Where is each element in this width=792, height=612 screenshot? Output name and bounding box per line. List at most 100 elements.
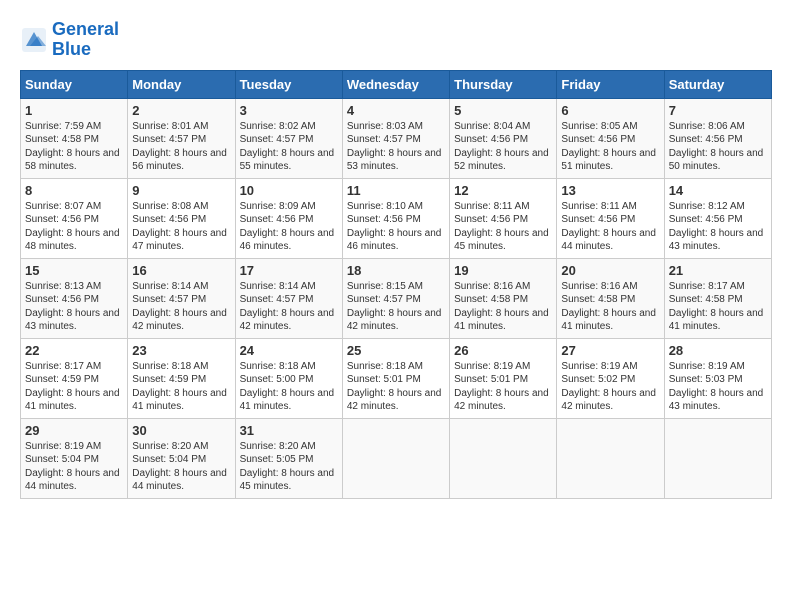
calendar-week-row: 8 Sunrise: 8:07 AMSunset: 4:56 PMDayligh… (21, 178, 772, 258)
calendar-cell: 23 Sunrise: 8:18 AMSunset: 4:59 PMDaylig… (128, 338, 235, 418)
day-number: 24 (240, 343, 338, 358)
weekday-header: Sunday (21, 70, 128, 98)
calendar-cell: 29 Sunrise: 8:19 AMSunset: 5:04 PMDaylig… (21, 418, 128, 498)
calendar-cell: 9 Sunrise: 8:08 AMSunset: 4:56 PMDayligh… (128, 178, 235, 258)
day-info: Sunrise: 8:10 AMSunset: 4:56 PMDaylight:… (347, 200, 445, 254)
day-info: Sunrise: 8:17 AMSunset: 4:59 PMDaylight:… (25, 360, 123, 414)
day-number: 15 (25, 263, 123, 278)
day-number: 16 (132, 263, 230, 278)
day-number: 8 (25, 183, 123, 198)
logo: General Blue (20, 20, 119, 60)
day-number: 17 (240, 263, 338, 278)
day-number: 14 (669, 183, 767, 198)
calendar-cell (557, 418, 664, 498)
calendar-cell: 22 Sunrise: 8:17 AMSunset: 4:59 PMDaylig… (21, 338, 128, 418)
day-number: 22 (25, 343, 123, 358)
day-number: 1 (25, 103, 123, 118)
day-number: 30 (132, 423, 230, 438)
day-info: Sunrise: 8:11 AMSunset: 4:56 PMDaylight:… (561, 200, 659, 254)
calendar-cell: 2 Sunrise: 8:01 AMSunset: 4:57 PMDayligh… (128, 98, 235, 178)
calendar-cell: 15 Sunrise: 8:13 AMSunset: 4:56 PMDaylig… (21, 258, 128, 338)
day-number: 3 (240, 103, 338, 118)
weekday-header: Thursday (450, 70, 557, 98)
calendar-cell: 17 Sunrise: 8:14 AMSunset: 4:57 PMDaylig… (235, 258, 342, 338)
day-info: Sunrise: 8:20 AMSunset: 5:05 PMDaylight:… (240, 440, 338, 494)
calendar-body: 1 Sunrise: 7:59 AMSunset: 4:58 PMDayligh… (21, 98, 772, 498)
day-number: 11 (347, 183, 445, 198)
day-number: 13 (561, 183, 659, 198)
day-number: 25 (347, 343, 445, 358)
day-info: Sunrise: 8:17 AMSunset: 4:58 PMDaylight:… (669, 280, 767, 334)
day-number: 28 (669, 343, 767, 358)
day-info: Sunrise: 8:15 AMSunset: 4:57 PMDaylight:… (347, 280, 445, 334)
day-info: Sunrise: 8:19 AMSunset: 5:01 PMDaylight:… (454, 360, 552, 414)
day-info: Sunrise: 8:08 AMSunset: 4:56 PMDaylight:… (132, 200, 230, 254)
calendar-cell (450, 418, 557, 498)
day-info: Sunrise: 8:18 AMSunset: 4:59 PMDaylight:… (132, 360, 230, 414)
calendar-cell: 25 Sunrise: 8:18 AMSunset: 5:01 PMDaylig… (342, 338, 449, 418)
day-info: Sunrise: 8:11 AMSunset: 4:56 PMDaylight:… (454, 200, 552, 254)
day-number: 23 (132, 343, 230, 358)
calendar-cell (342, 418, 449, 498)
day-info: Sunrise: 8:16 AMSunset: 4:58 PMDaylight:… (561, 280, 659, 334)
calendar-cell (664, 418, 771, 498)
day-info: Sunrise: 8:18 AMSunset: 5:01 PMDaylight:… (347, 360, 445, 414)
day-number: 10 (240, 183, 338, 198)
day-number: 6 (561, 103, 659, 118)
calendar-cell: 16 Sunrise: 8:14 AMSunset: 4:57 PMDaylig… (128, 258, 235, 338)
weekday-header: Monday (128, 70, 235, 98)
weekday-header: Tuesday (235, 70, 342, 98)
day-number: 9 (132, 183, 230, 198)
day-info: Sunrise: 8:05 AMSunset: 4:56 PMDaylight:… (561, 120, 659, 174)
day-number: 4 (347, 103, 445, 118)
calendar-cell: 20 Sunrise: 8:16 AMSunset: 4:58 PMDaylig… (557, 258, 664, 338)
calendar-cell: 28 Sunrise: 8:19 AMSunset: 5:03 PMDaylig… (664, 338, 771, 418)
day-info: Sunrise: 8:14 AMSunset: 4:57 PMDaylight:… (240, 280, 338, 334)
calendar-week-row: 29 Sunrise: 8:19 AMSunset: 5:04 PMDaylig… (21, 418, 772, 498)
weekday-header: Saturday (664, 70, 771, 98)
day-info: Sunrise: 8:20 AMSunset: 5:04 PMDaylight:… (132, 440, 230, 494)
calendar-cell: 30 Sunrise: 8:20 AMSunset: 5:04 PMDaylig… (128, 418, 235, 498)
logo-text: General Blue (52, 20, 119, 60)
day-info: Sunrise: 8:04 AMSunset: 4:56 PMDaylight:… (454, 120, 552, 174)
day-info: Sunrise: 8:19 AMSunset: 5:02 PMDaylight:… (561, 360, 659, 414)
calendar-cell: 4 Sunrise: 8:03 AMSunset: 4:57 PMDayligh… (342, 98, 449, 178)
day-number: 19 (454, 263, 552, 278)
calendar-cell: 12 Sunrise: 8:11 AMSunset: 4:56 PMDaylig… (450, 178, 557, 258)
calendar-cell: 19 Sunrise: 8:16 AMSunset: 4:58 PMDaylig… (450, 258, 557, 338)
calendar-cell: 27 Sunrise: 8:19 AMSunset: 5:02 PMDaylig… (557, 338, 664, 418)
day-number: 7 (669, 103, 767, 118)
day-number: 29 (25, 423, 123, 438)
calendar-cell: 6 Sunrise: 8:05 AMSunset: 4:56 PMDayligh… (557, 98, 664, 178)
day-number: 18 (347, 263, 445, 278)
calendar-week-row: 22 Sunrise: 8:17 AMSunset: 4:59 PMDaylig… (21, 338, 772, 418)
day-number: 2 (132, 103, 230, 118)
day-info: Sunrise: 8:01 AMSunset: 4:57 PMDaylight:… (132, 120, 230, 174)
calendar-cell: 11 Sunrise: 8:10 AMSunset: 4:56 PMDaylig… (342, 178, 449, 258)
calendar-cell: 24 Sunrise: 8:18 AMSunset: 5:00 PMDaylig… (235, 338, 342, 418)
calendar-cell: 31 Sunrise: 8:20 AMSunset: 5:05 PMDaylig… (235, 418, 342, 498)
day-info: Sunrise: 8:02 AMSunset: 4:57 PMDaylight:… (240, 120, 338, 174)
calendar-cell: 14 Sunrise: 8:12 AMSunset: 4:56 PMDaylig… (664, 178, 771, 258)
day-info: Sunrise: 8:06 AMSunset: 4:56 PMDaylight:… (669, 120, 767, 174)
calendar-cell: 26 Sunrise: 8:19 AMSunset: 5:01 PMDaylig… (450, 338, 557, 418)
weekday-header: Friday (557, 70, 664, 98)
day-info: Sunrise: 8:14 AMSunset: 4:57 PMDaylight:… (132, 280, 230, 334)
calendar-cell: 13 Sunrise: 8:11 AMSunset: 4:56 PMDaylig… (557, 178, 664, 258)
day-number: 21 (669, 263, 767, 278)
calendar-cell: 21 Sunrise: 8:17 AMSunset: 4:58 PMDaylig… (664, 258, 771, 338)
day-number: 20 (561, 263, 659, 278)
calendar-cell: 18 Sunrise: 8:15 AMSunset: 4:57 PMDaylig… (342, 258, 449, 338)
day-info: Sunrise: 8:12 AMSunset: 4:56 PMDaylight:… (669, 200, 767, 254)
calendar-cell: 3 Sunrise: 8:02 AMSunset: 4:57 PMDayligh… (235, 98, 342, 178)
day-info: Sunrise: 8:18 AMSunset: 5:00 PMDaylight:… (240, 360, 338, 414)
calendar-cell: 8 Sunrise: 8:07 AMSunset: 4:56 PMDayligh… (21, 178, 128, 258)
calendar-cell: 7 Sunrise: 8:06 AMSunset: 4:56 PMDayligh… (664, 98, 771, 178)
day-number: 26 (454, 343, 552, 358)
day-number: 27 (561, 343, 659, 358)
calendar-table: SundayMondayTuesdayWednesdayThursdayFrid… (20, 70, 772, 499)
calendar-cell: 1 Sunrise: 7:59 AMSunset: 4:58 PMDayligh… (21, 98, 128, 178)
day-info: Sunrise: 8:19 AMSunset: 5:03 PMDaylight:… (669, 360, 767, 414)
calendar-cell: 5 Sunrise: 8:04 AMSunset: 4:56 PMDayligh… (450, 98, 557, 178)
day-info: Sunrise: 8:16 AMSunset: 4:58 PMDaylight:… (454, 280, 552, 334)
